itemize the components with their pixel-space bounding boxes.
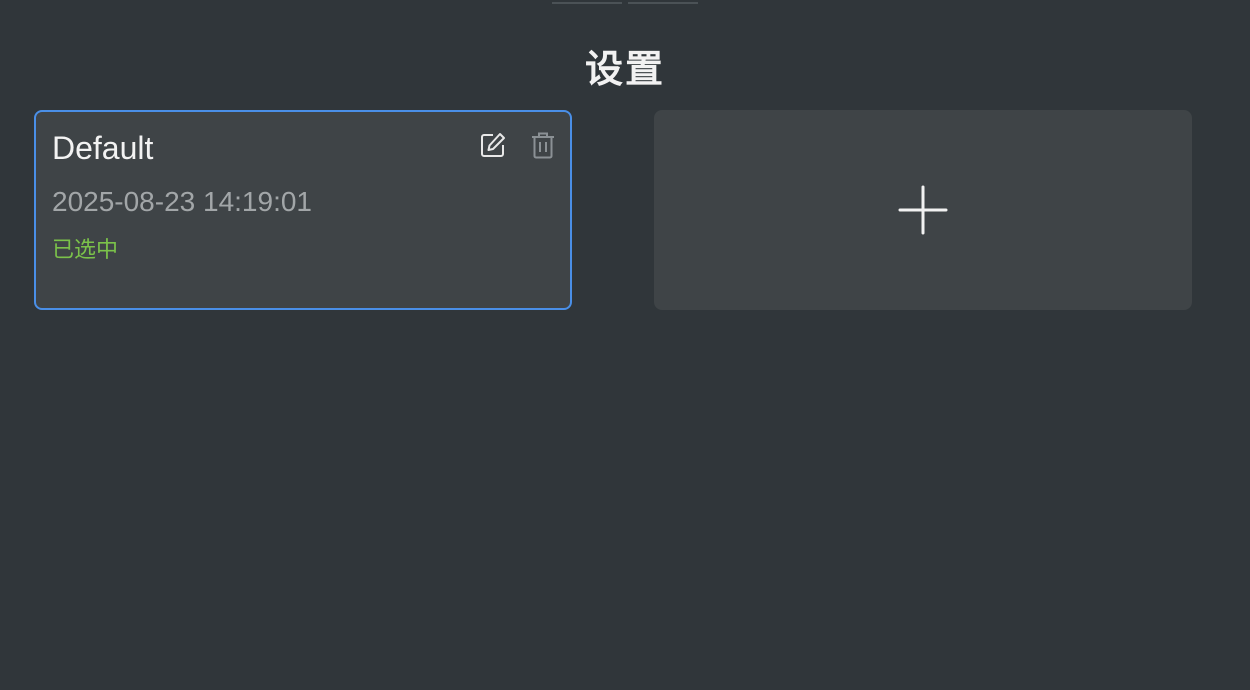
top-fragment [552,0,622,4]
edit-icon [481,133,505,157]
trash-icon [532,132,554,159]
profile-card-default[interactable]: Default 2025-08-23 14:19:01 已选中 [34,110,572,310]
plus-icon [898,185,948,235]
page-title: 设置 [584,47,665,91]
top-strip [0,0,1250,4]
top-fragment [628,0,698,4]
delete-button[interactable] [528,130,558,160]
profile-name: Default [52,130,154,166]
add-profile-card[interactable] [654,110,1192,310]
profile-date: 2025-08-23 14:19:01 [52,186,312,217]
selected-status: 已选中 [52,238,119,263]
edit-button[interactable] [478,130,508,160]
